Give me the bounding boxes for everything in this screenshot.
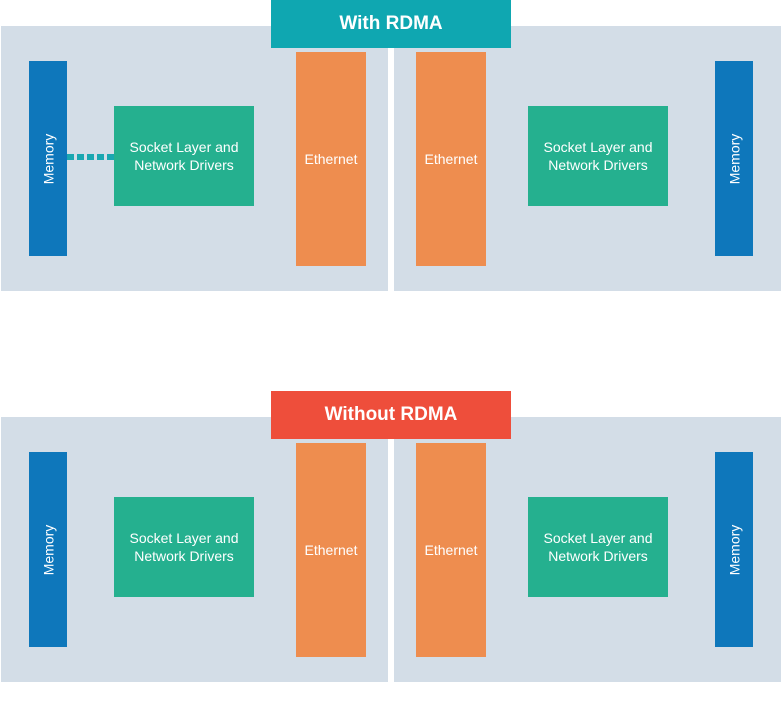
socket-block: Socket Layer and Network Drivers	[114, 497, 254, 597]
memory-block: Memory	[715, 61, 753, 256]
socket-label: Socket Layer and Network Drivers	[118, 138, 250, 174]
memory-label: Memory	[40, 133, 56, 184]
dashed-connector	[67, 154, 114, 160]
socket-label: Socket Layer and Network Drivers	[118, 529, 250, 565]
ethernet-label: Ethernet	[305, 542, 358, 558]
ethernet-block: Ethernet	[416, 52, 486, 266]
ethernet-label: Ethernet	[305, 151, 358, 167]
ethernet-block: Ethernet	[416, 443, 486, 657]
ethernet-block: Ethernet	[296, 52, 366, 266]
title-banner-without: Without RDMA	[271, 391, 511, 439]
memory-label: Memory	[40, 524, 56, 575]
diagram-with-rdma: With RDMA Memory Socket Layer and Networ…	[1, 0, 781, 291]
ethernet-block: Ethernet	[296, 443, 366, 657]
socket-block: Socket Layer and Network Drivers	[114, 106, 254, 206]
right-panel: Ethernet Socket Layer and Network Driver…	[394, 26, 781, 291]
title-banner-with: With RDMA	[271, 0, 511, 48]
ethernet-label: Ethernet	[425, 542, 478, 558]
memory-block: Memory	[29, 452, 67, 647]
socket-block: Socket Layer and Network Drivers	[528, 106, 668, 206]
panel-row: Memory Socket Layer and Network Drivers …	[1, 26, 781, 291]
memory-label: Memory	[726, 133, 742, 184]
socket-block: Socket Layer and Network Drivers	[528, 497, 668, 597]
memory-label: Memory	[726, 524, 742, 575]
ethernet-label: Ethernet	[425, 151, 478, 167]
diagram-without-rdma: Without RDMA Memory Socket Layer and Net…	[1, 391, 781, 682]
right-panel: Ethernet Socket Layer and Network Driver…	[394, 417, 781, 682]
socket-label: Socket Layer and Network Drivers	[532, 529, 664, 565]
left-panel: Memory Socket Layer and Network Drivers …	[1, 417, 388, 682]
memory-block: Memory	[29, 61, 67, 256]
panel-row: Memory Socket Layer and Network Drivers …	[1, 417, 781, 682]
memory-block: Memory	[715, 452, 753, 647]
left-panel: Memory Socket Layer and Network Drivers …	[1, 26, 388, 291]
socket-label: Socket Layer and Network Drivers	[532, 138, 664, 174]
